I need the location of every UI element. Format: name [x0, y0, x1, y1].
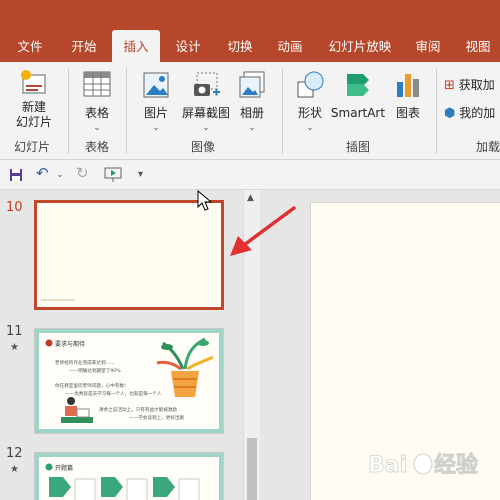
store-icon: ⊞	[444, 78, 455, 93]
new-slide-icon	[21, 70, 46, 94]
watermark-logo: Bai 经验 jingyan.baidu.com	[368, 452, 498, 493]
shapes-icon	[297, 71, 324, 98]
star-icon: ★	[10, 342, 19, 353]
chart-button[interactable]: 图表	[388, 70, 428, 121]
ribbon-tabs: 文件 开始 插入 设计 切换 动画 幻灯片放映 审阅 视图	[0, 30, 500, 62]
chevron-down-icon: ⌄	[202, 123, 210, 133]
tab-transitions[interactable]: 切换	[218, 30, 262, 62]
separator	[126, 68, 127, 154]
group-slides-label: 幻灯片	[13, 140, 50, 154]
slide-number: 12	[6, 446, 23, 461]
slide-number: 11	[6, 324, 23, 339]
ribbon: 新建 幻灯片 幻灯片 表格 ⌄ 表格 图片 ⌄ 屏幕截图 ⌄ 相册 ⌄ 图像 形…	[0, 62, 500, 160]
separator	[436, 68, 437, 154]
get-addins-button[interactable]: ⊞ 获取加	[444, 78, 500, 93]
slide-thumbnail-10[interactable]	[34, 200, 224, 310]
mouse-cursor-icon	[197, 190, 213, 211]
svg-text:jingyan.baidu.com: jingyan.baidu.com	[415, 483, 498, 493]
group-addins-label: 加载	[476, 140, 500, 154]
customize-toolbar-icon[interactable]: ▾	[138, 169, 143, 180]
undo-icon[interactable]: ↶	[36, 164, 49, 182]
slide-title: 开题篇	[55, 465, 74, 472]
tab-design[interactable]: 设计	[166, 30, 210, 62]
picture-icon	[143, 72, 169, 98]
slide-text: ——明确达到期望了90%	[69, 369, 121, 374]
tab-slideshow[interactable]: 幻灯片放映	[320, 30, 400, 62]
title-bar	[0, 0, 500, 30]
slide-text: 课余之说活动上，只有有益才能被激励	[99, 408, 178, 413]
quick-access-toolbar: ↶ ⌄ ↻ ▾	[0, 160, 500, 190]
group-tables-label: 表格	[84, 140, 109, 154]
slide-text: 你在教室里问老师问题，心中有数！	[55, 384, 129, 389]
chevron-down-icon: ⌄	[248, 123, 256, 133]
tab-insert[interactable]: 插入	[112, 30, 160, 62]
group-images-label: 图像	[190, 140, 215, 154]
table-icon	[83, 71, 111, 97]
slide-text: ——学会读到上，更好出路	[129, 416, 185, 421]
group-illustrations-label: 插图	[345, 140, 370, 154]
album-button[interactable]: 相册 ⌄	[234, 70, 270, 133]
star-icon: ★	[10, 464, 19, 475]
slide-title: 要求与期待	[55, 341, 86, 348]
separator	[68, 68, 69, 154]
separator	[282, 68, 283, 154]
scrollbar-thumb[interactable]	[247, 438, 257, 500]
picture-button[interactable]: 图片 ⌄	[134, 70, 178, 133]
chevron-down-icon[interactable]: ⌄	[56, 170, 64, 180]
red-arrow-annotation	[230, 206, 296, 256]
smartart-icon	[347, 74, 369, 96]
photo-album-icon	[239, 71, 265, 98]
slide-thumbnail-12[interactable]: 开题篇	[34, 452, 224, 500]
tab-view[interactable]: 视图	[456, 30, 500, 62]
slide-text: 老师给的作业完成率达到……	[55, 361, 115, 366]
svg-text:经验: 经验	[434, 452, 478, 478]
slide-thumbnail-11[interactable]: 要求与期待 老师给的作业完成率达到…… ——明确达到期望了90% 你在教室里问老…	[34, 328, 224, 434]
chevron-down-icon: ⌄	[306, 123, 314, 133]
chevron-down-icon: ⌄	[93, 123, 101, 133]
process-arrows-graphic	[49, 477, 200, 500]
screenshot-icon	[194, 72, 220, 96]
footer-mark	[41, 299, 75, 301]
my-addins-button[interactable]: ⬢ 我的加	[444, 106, 500, 121]
potted-plant-illustration	[156, 337, 214, 397]
smartart-button[interactable]: SmartArt	[330, 70, 386, 121]
title-icon	[45, 339, 53, 347]
tab-animations[interactable]: 动画	[268, 30, 312, 62]
svg-text:Bai: Bai	[368, 453, 407, 478]
save-icon[interactable]	[9, 168, 23, 182]
new-slide-button[interactable]: 新建 幻灯片	[6, 68, 62, 130]
table-button[interactable]: 表格 ⌄	[74, 70, 120, 133]
title-icon	[45, 463, 53, 471]
reading-person-illustration	[61, 397, 93, 423]
present-from-start-icon[interactable]	[104, 167, 122, 183]
slide-number: 10	[6, 200, 23, 215]
tab-review[interactable]: 审阅	[406, 30, 450, 62]
chart-icon	[397, 74, 419, 97]
chevron-down-icon: ⌄	[152, 123, 160, 133]
tab-home[interactable]: 开始	[62, 30, 106, 62]
addins-icon: ⬢	[444, 106, 456, 121]
shapes-button[interactable]: 形状 ⌄	[288, 70, 332, 133]
screenshot-button[interactable]: 屏幕截图 ⌄	[178, 70, 234, 133]
redo-icon[interactable]: ↻	[76, 164, 89, 182]
tab-file[interactable]: 文件	[8, 30, 52, 62]
